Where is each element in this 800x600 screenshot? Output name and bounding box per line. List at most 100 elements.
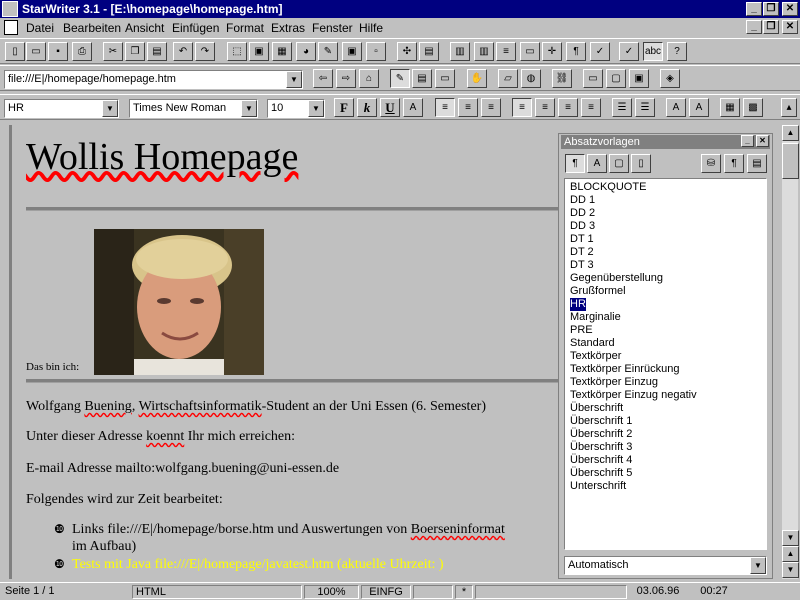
scroll-up-icon[interactable]: ▲	[782, 125, 799, 141]
edit-doc-icon[interactable]: ✎	[390, 69, 410, 88]
style-item[interactable]: Marginalie	[570, 311, 621, 324]
shrink-font-icon[interactable]: A	[689, 98, 709, 117]
style-item[interactable]: Gegenüberstellung	[570, 272, 663, 285]
doc-restore-button[interactable]: ❐	[763, 20, 779, 34]
menu-fenster[interactable]: Fenster	[312, 21, 353, 35]
menu-bearbeiten[interactable]: Bearbeiten	[63, 21, 121, 35]
style-item[interactable]: DT 3	[570, 259, 594, 272]
underline-button[interactable]: U	[380, 98, 400, 117]
font-color-icon[interactable]: A	[403, 98, 423, 117]
help-pointer-icon[interactable]: ?	[667, 42, 687, 61]
columns-icon[interactable]: ▥	[450, 42, 470, 61]
doc-close-button[interactable]: ✕	[782, 20, 798, 34]
frame-styles-icon[interactable]: ▢	[609, 154, 629, 173]
align-left-icon[interactable]: ≡	[435, 98, 455, 117]
save-icon[interactable]: ▪	[48, 42, 68, 61]
form-icon[interactable]: ▫	[366, 42, 386, 61]
back-arrow-icon[interactable]: ⇦	[313, 69, 333, 88]
open-folder-icon[interactable]: ▭	[26, 42, 46, 61]
status-selection-mode[interactable]	[413, 585, 453, 599]
portrait-photo[interactable]	[94, 229, 264, 375]
style-item[interactable]: Überschrift 2	[570, 428, 632, 441]
url-input[interactable]: file:///E|/homepage/homepage.htm ▼	[4, 70, 303, 89]
image-icon[interactable]: ▣	[249, 42, 269, 61]
italic-button[interactable]: k	[357, 98, 377, 117]
bold-button[interactable]: F	[334, 98, 354, 117]
style-item[interactable]: Textkörper Einzug negativ	[570, 389, 697, 402]
style-item[interactable]: DD 1	[570, 194, 595, 207]
chart-icon[interactable]: ◕	[296, 42, 316, 61]
page-up-icon[interactable]: ▲	[782, 546, 799, 562]
status-template[interactable]: HTML	[132, 585, 302, 599]
image-swap-icon[interactable]: ▤	[412, 69, 432, 88]
style-item[interactable]: Überschrift 5	[570, 467, 632, 480]
new-document-icon[interactable]: ▯	[5, 42, 25, 61]
paragraph-style-select[interactable]: HR ▼	[4, 99, 119, 118]
style-item-selected[interactable]: HR	[570, 298, 586, 311]
spellcheck-icon[interactable]: ✓	[619, 42, 639, 61]
menu-format[interactable]: Format	[226, 21, 264, 35]
style-item[interactable]: DD 3	[570, 220, 595, 233]
folder-icon[interactable]: ▭	[583, 69, 603, 88]
browser-icon[interactable]: ◈	[660, 69, 680, 88]
app-icon[interactable]	[2, 1, 18, 17]
style-item[interactable]: Überschrift 4	[570, 454, 632, 467]
doc-minimize-button[interactable]: _	[746, 20, 762, 34]
style-item[interactable]: Überschrift 3	[570, 441, 632, 454]
scroll-thumb[interactable]	[782, 143, 799, 179]
chevron-down-icon[interactable]: ▼	[308, 100, 324, 117]
hand-icon[interactable]: ✋	[467, 69, 487, 88]
home-icon[interactable]: ⌂	[359, 69, 379, 88]
table-icon[interactable]: ▦	[272, 42, 292, 61]
pilcrow-icon[interactable]: ¶	[566, 42, 586, 61]
minimize-button[interactable]: _	[746, 2, 762, 16]
field-icon[interactable]: ▣	[342, 42, 362, 61]
fill-format-icon[interactable]: ⛁	[701, 154, 721, 173]
globe-icon[interactable]: ◍	[521, 69, 541, 88]
paragraph-styles-icon[interactable]: ¶	[565, 154, 585, 173]
status-zoom[interactable]: 100%	[304, 585, 359, 599]
style-item[interactable]: DT 2	[570, 246, 594, 259]
chevron-down-icon[interactable]: ▼	[750, 557, 766, 574]
style-item[interactable]: Überschrift 1	[570, 415, 632, 428]
font-name-select[interactable]: Times New Roman ▼	[129, 99, 258, 118]
align-right-icon[interactable]: ≡	[481, 98, 501, 117]
style-item[interactable]: DD 2	[570, 207, 595, 220]
check-icon[interactable]: ✓	[590, 42, 610, 61]
style-filter-select[interactable]: Automatisch ▼	[564, 556, 767, 575]
style-item[interactable]: Textkörper	[570, 350, 621, 363]
crosshair-icon[interactable]: ✛	[542, 42, 562, 61]
stylist-close-button[interactable]: ✕	[756, 135, 769, 147]
style-item[interactable]: Überschrift	[570, 402, 623, 415]
frame-icon[interactable]: ⬚	[227, 42, 247, 61]
update-style-icon[interactable]: ▤	[747, 154, 767, 173]
email-line[interactable]: E-mail Adresse mailto:wolfgang.buening@u…	[26, 461, 339, 477]
style-item[interactable]: Grußformel	[570, 285, 626, 298]
style-item[interactable]: Unterschrift	[570, 480, 626, 493]
stylist-icon[interactable]: ▤	[419, 42, 439, 61]
menu-hilfe[interactable]: Hilfe	[359, 21, 383, 35]
chevron-down-icon[interactable]: ▼	[241, 100, 257, 117]
forward-arrow-icon[interactable]: ⇨	[336, 69, 356, 88]
style-item[interactable]: Textkörper Einrückung	[570, 363, 679, 376]
text-frame-icon[interactable]: ▭	[520, 42, 540, 61]
abc-list-icon[interactable]: ≡	[496, 42, 516, 61]
para-align-right-icon[interactable]: ≡	[558, 98, 578, 117]
justify-icon[interactable]: ≡	[581, 98, 601, 117]
style-item[interactable]: BLOCKQUOTE	[570, 181, 646, 194]
menu-datei[interactable]: Datei	[26, 21, 54, 35]
font-size-select[interactable]: 10 ▼	[267, 99, 325, 118]
menu-extras[interactable]: Extras	[271, 21, 305, 35]
menu-einfuegen[interactable]: Einfügen	[172, 21, 219, 35]
list-item-java[interactable]: Tests mit Java file:///E|/homepage/javat…	[72, 557, 444, 573]
draw-icon[interactable]: ✎	[318, 42, 338, 61]
stylist-minimize-button[interactable]: _	[741, 135, 754, 147]
document-page[interactable]: Wollis Homepage Das bin ich: Wolfgang Bu…	[10, 125, 558, 579]
copy-icon[interactable]: ❐	[125, 42, 145, 61]
style-item[interactable]: Textkörper Einzug	[570, 376, 658, 389]
cut-icon[interactable]: ✂	[103, 42, 123, 61]
border-icon[interactable]: ▩	[743, 98, 763, 117]
align-center-icon[interactable]: ≡	[458, 98, 478, 117]
bookmark-icon[interactable]: ▣	[629, 69, 649, 88]
new-style-icon[interactable]: ¶	[724, 154, 744, 173]
